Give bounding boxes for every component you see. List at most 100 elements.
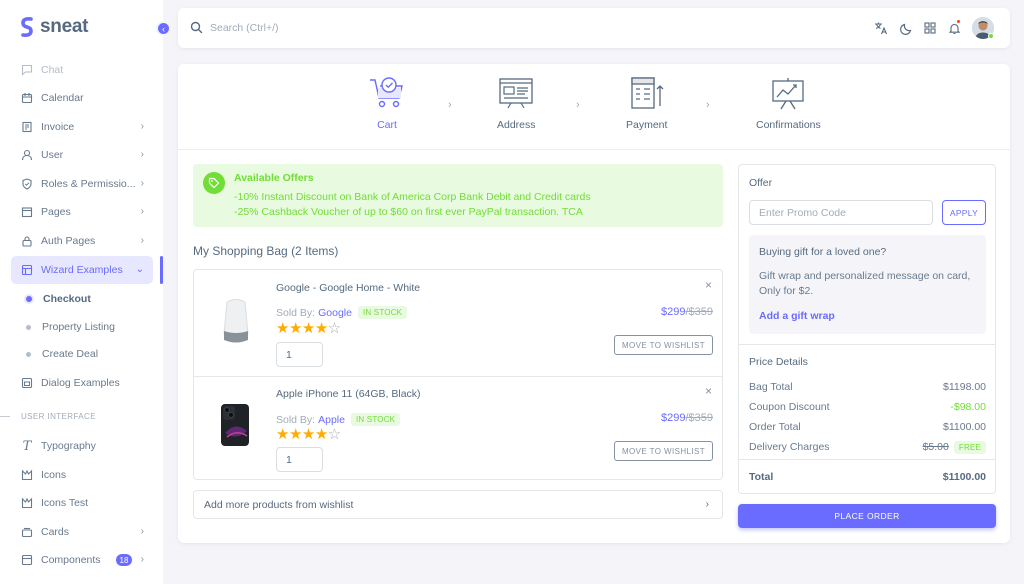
sidebar-item-icons-test[interactable]: Icons Test xyxy=(11,489,153,517)
current-price: $299 xyxy=(660,306,686,318)
step-address[interactable]: Address xyxy=(497,76,536,131)
section-header: USER INTERFACE xyxy=(0,412,96,421)
sidebar: sneat Chat Calendar Invoice › User › Rol… xyxy=(0,0,163,584)
offer-line: -10% Instant Discount on Bank of America… xyxy=(234,191,591,203)
step-confirmations[interactable]: Confirmations xyxy=(756,76,821,131)
step-cart[interactable]: Cart xyxy=(368,76,406,131)
price-details-title: Price Details xyxy=(749,356,808,368)
offers-title: Available Offers xyxy=(234,172,314,184)
sidebar-item-dialog-examples[interactable]: Dialog Examples xyxy=(11,369,153,397)
product-name[interactable]: Google - Google Home - White xyxy=(276,282,420,294)
order-total-value: $1100.00 xyxy=(942,421,986,433)
price: $299/$359 xyxy=(661,306,713,318)
add-more-from-wishlist[interactable]: Add more products from wishlist › xyxy=(193,490,723,519)
promo-code-input[interactable] xyxy=(749,200,933,225)
chevron-down-icon: ⌄ xyxy=(135,264,144,275)
place-order-button[interactable]: PLACE ORDER xyxy=(738,504,996,528)
user-icon xyxy=(21,149,33,161)
google-home-image xyxy=(221,298,251,347)
gift-description: Gift wrap and personalized message on ca… xyxy=(759,270,971,297)
sidebar-item-roles[interactable]: Roles & Permissio... › xyxy=(11,170,153,198)
seller-link[interactable]: Apple xyxy=(318,414,345,426)
star-rating[interactable]: ★★★★☆ xyxy=(276,321,341,336)
delivery-charges-value: $5.00 FREE xyxy=(923,441,986,454)
sidebar-item-auth-pages[interactable]: Auth Pages › xyxy=(11,227,153,255)
sidebar-item-wizard-examples[interactable]: Wizard Examples ⌄ xyxy=(11,256,153,284)
apply-button[interactable]: APPLY xyxy=(942,200,986,225)
brand-name: sneat xyxy=(40,16,89,37)
sidebar-item-label: Roles & Permissio... xyxy=(41,178,136,190)
star-filled-icon: ★★★★ xyxy=(276,426,328,443)
step-payment[interactable]: Payment xyxy=(626,76,667,131)
star-rating[interactable]: ★★★★☆ xyxy=(276,427,341,442)
moon-icon[interactable] xyxy=(899,21,913,35)
section-header-label: USER INTERFACE xyxy=(21,412,96,421)
sidebar-subitem-checkout[interactable]: Checkout xyxy=(26,293,91,305)
sidebar-item-cards[interactable]: Cards › xyxy=(11,518,153,546)
sidebar-subitem-label: Checkout xyxy=(43,293,91,305)
chevron-left-icon: ‹ xyxy=(162,23,165,34)
icons-icon xyxy=(21,469,33,481)
bullet-dot-icon xyxy=(26,296,32,302)
add-gift-wrap-link[interactable]: Add a gift wrap xyxy=(759,310,835,322)
step-label: Cart xyxy=(377,119,397,131)
gift-wrap-box: Buying gift for a loved one? Gift wrap a… xyxy=(749,235,986,334)
sidebar-subitem-create-deal[interactable]: Create Deal xyxy=(26,348,98,360)
iphone-image xyxy=(219,403,251,450)
product-name[interactable]: Apple iPhone 11 (64GB, Black) xyxy=(276,388,421,400)
pages-icon xyxy=(21,206,33,218)
sidebar-item-label: Dialog Examples xyxy=(41,377,120,389)
quantity-input[interactable] xyxy=(276,342,323,367)
sidebar-item-label: Typography xyxy=(41,440,96,452)
sidebar-item-chat[interactable]: Chat xyxy=(11,56,153,84)
grid-shortcuts-icon[interactable] xyxy=(923,21,937,35)
sidebar-subitem-label: Property Listing xyxy=(42,321,115,333)
sidebar-item-typography[interactable]: T Typography xyxy=(11,432,153,460)
translate-icon[interactable] xyxy=(874,21,888,35)
chevron-right-icon: › xyxy=(140,554,144,565)
sidebar-subitem-label: Create Deal xyxy=(42,348,99,360)
star-filled-icon: ★★★★ xyxy=(276,320,328,337)
icons-test-icon xyxy=(21,497,33,509)
sidebar-item-calendar[interactable]: Calendar xyxy=(11,84,153,112)
gift-question: Buying gift for a loved one? xyxy=(759,246,887,258)
quantity-input[interactable] xyxy=(276,447,323,472)
remove-item-close-icon[interactable]: × xyxy=(705,384,712,398)
coupon-discount-label: Coupon Discount xyxy=(749,401,830,413)
stock-badge: IN STOCK xyxy=(350,413,401,426)
sidebar-item-label: Icons xyxy=(41,469,67,481)
search-icon[interactable] xyxy=(190,21,203,37)
divider xyxy=(739,459,995,460)
coupon-discount-row: Coupon Discount -$98.00 xyxy=(749,401,986,413)
sidebar-item-pages[interactable]: Pages › xyxy=(11,198,153,226)
online-status-dot xyxy=(988,33,994,39)
search-input[interactable] xyxy=(210,18,510,38)
chevron-right-icon: › xyxy=(576,99,580,111)
offer-title: Offer xyxy=(749,177,773,189)
chevron-right-icon: › xyxy=(140,206,144,217)
chevron-right-icon: › xyxy=(448,99,452,111)
dialog-icon xyxy=(21,377,33,389)
confirmation-icon xyxy=(769,76,807,113)
sidebar-item-label: Components xyxy=(41,554,101,566)
current-price: $299 xyxy=(660,412,686,424)
sidebar-item-user[interactable]: User › xyxy=(11,141,153,169)
sidebar-item-label: Chat xyxy=(41,64,64,76)
sold-by: Sold By: Google IN STOCK xyxy=(276,306,408,319)
chevron-right-icon: › xyxy=(140,235,144,246)
divider xyxy=(739,344,995,345)
sidebar-item-label: User xyxy=(41,149,64,161)
step-label: Payment xyxy=(626,119,668,131)
sidebar-collapse-button[interactable]: ‹ xyxy=(156,21,171,36)
sidebar-item-icons[interactable]: Icons xyxy=(11,461,153,489)
offer-line: -25% Cashback Voucher of up to $60 on fi… xyxy=(234,206,583,218)
move-to-wishlist-button[interactable]: MOVE TO WISHLIST xyxy=(614,441,713,461)
sidebar-subitem-property-listing[interactable]: Property Listing xyxy=(26,321,115,333)
remove-item-close-icon[interactable]: × xyxy=(705,278,712,292)
seller-link[interactable]: Google xyxy=(318,307,352,319)
sidebar-item-invoice[interactable]: Invoice › xyxy=(11,113,153,141)
divider xyxy=(194,376,722,377)
address-icon xyxy=(497,76,535,113)
move-to-wishlist-button[interactable]: MOVE TO WISHLIST xyxy=(614,335,713,355)
brand[interactable]: sneat xyxy=(20,16,88,38)
